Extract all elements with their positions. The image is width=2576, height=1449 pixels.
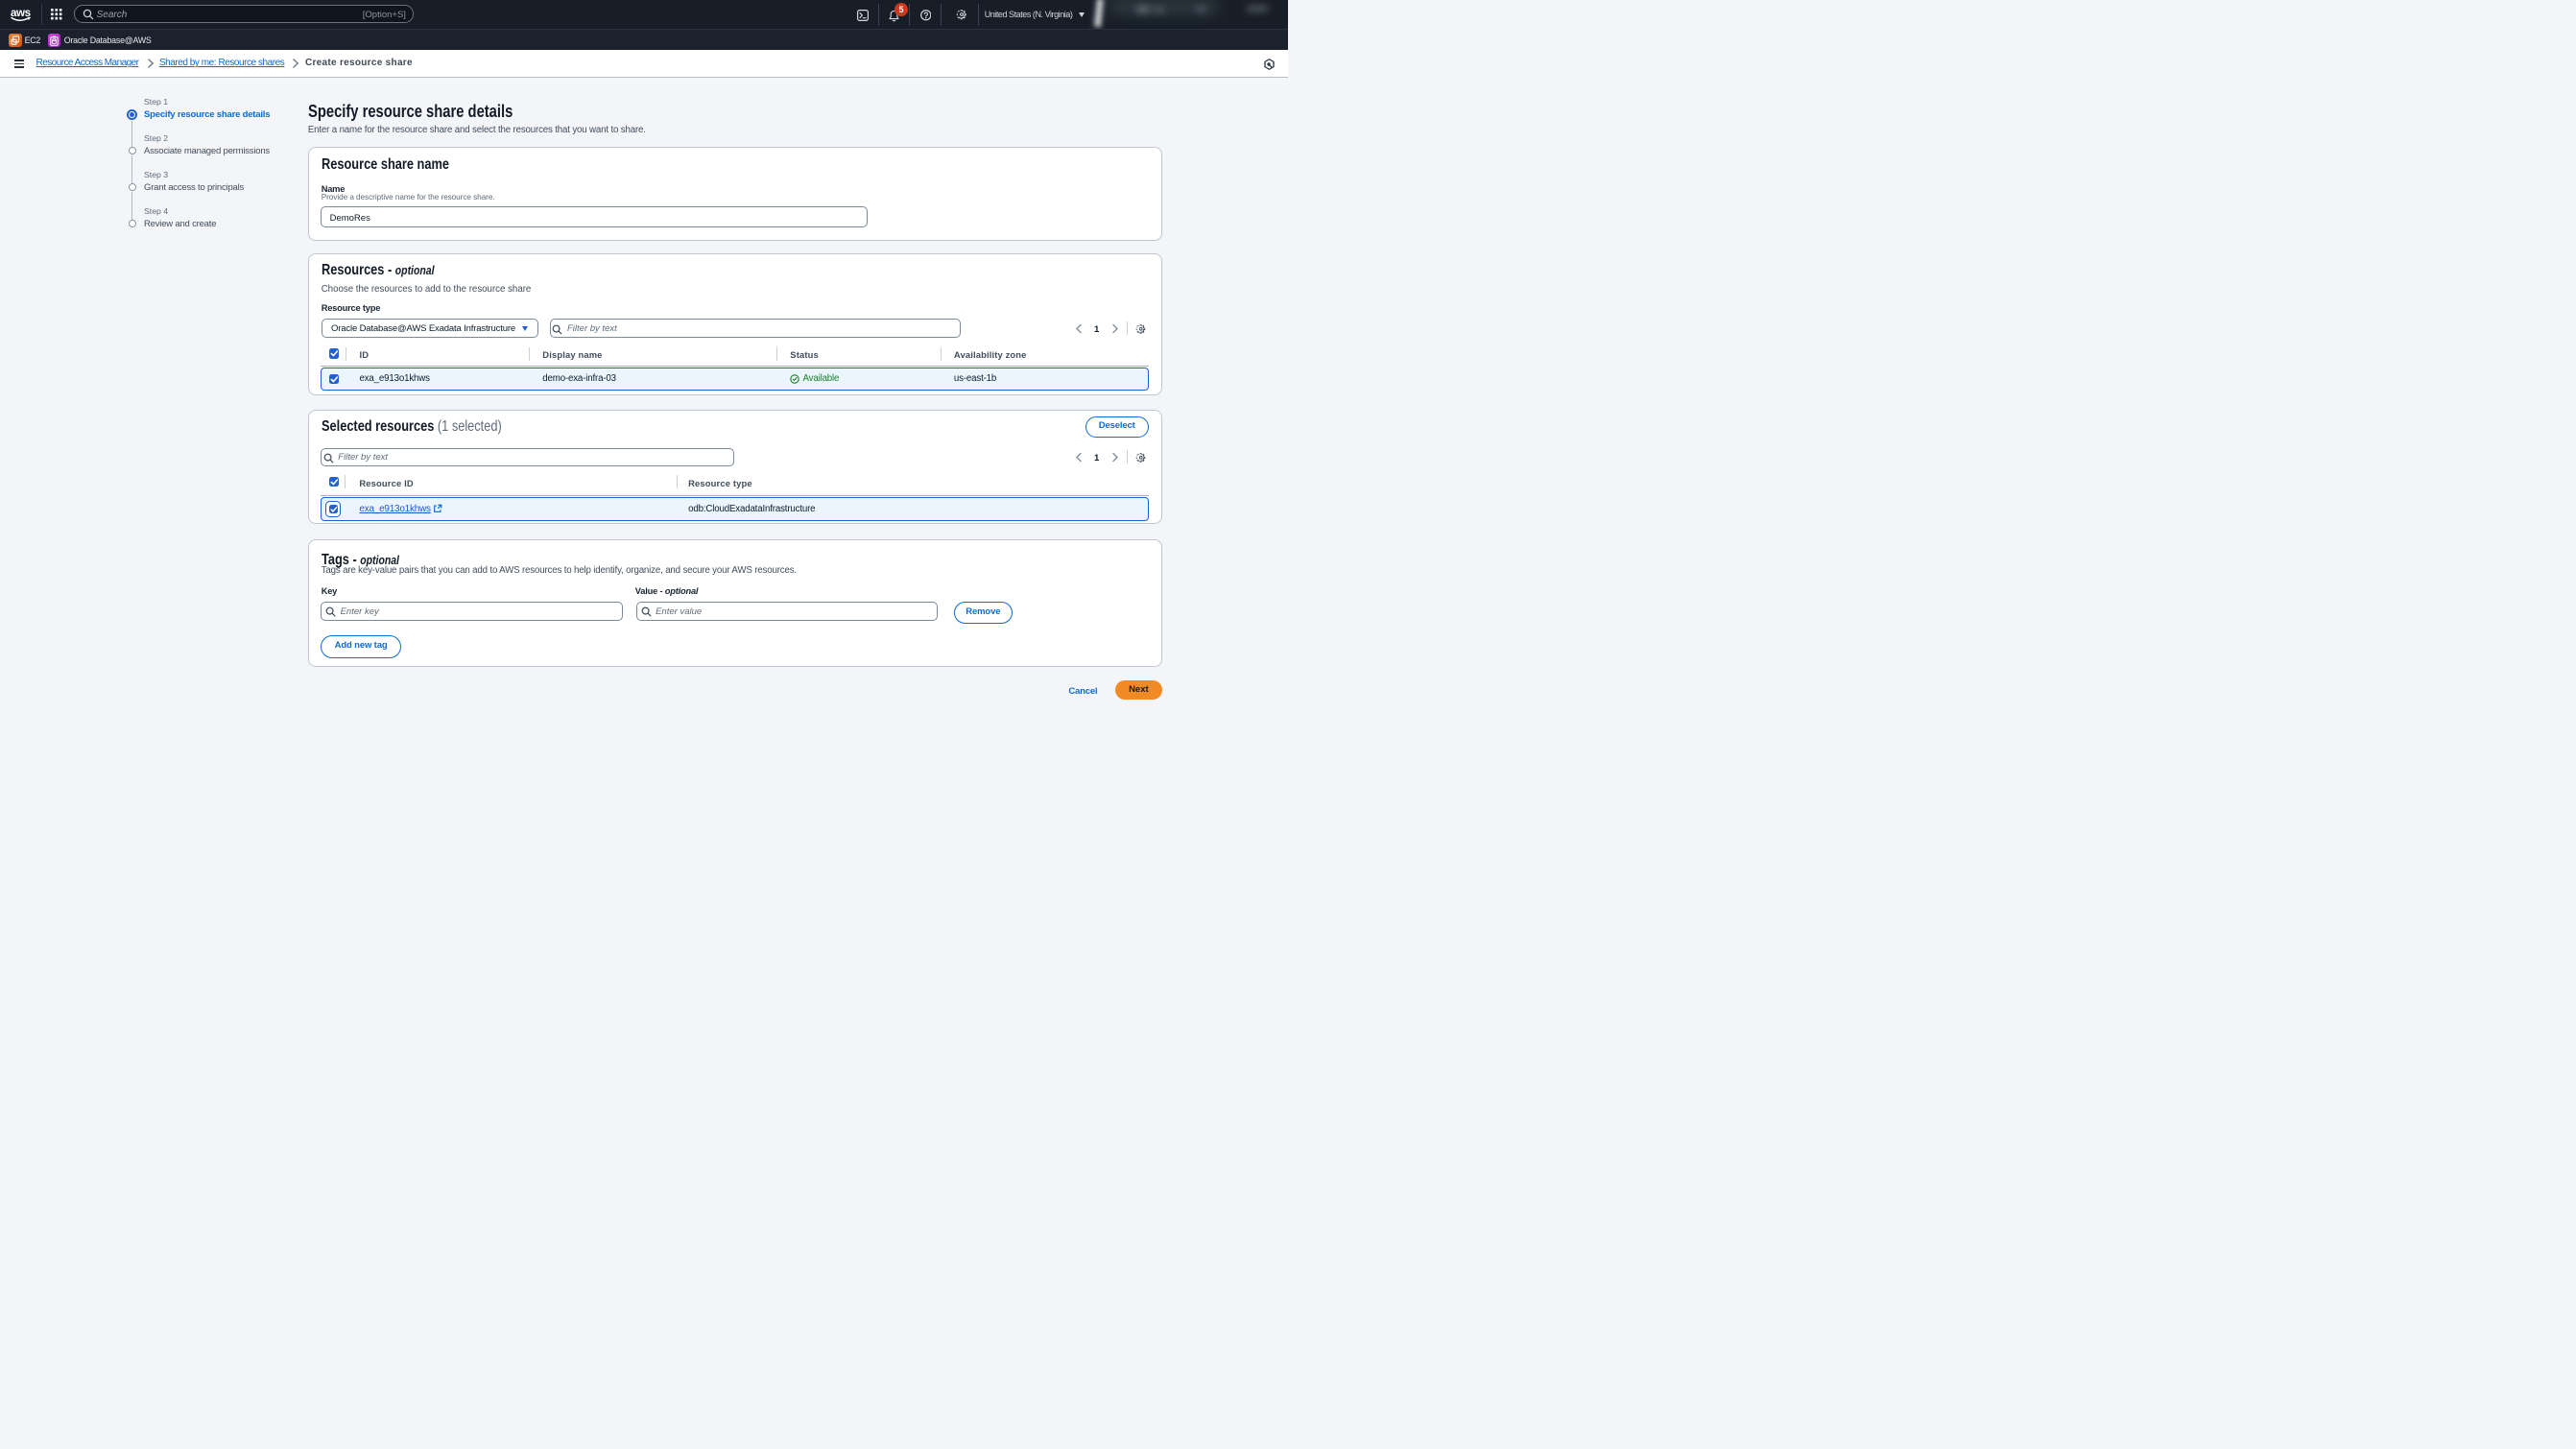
svg-text:aws: aws [11,7,31,19]
